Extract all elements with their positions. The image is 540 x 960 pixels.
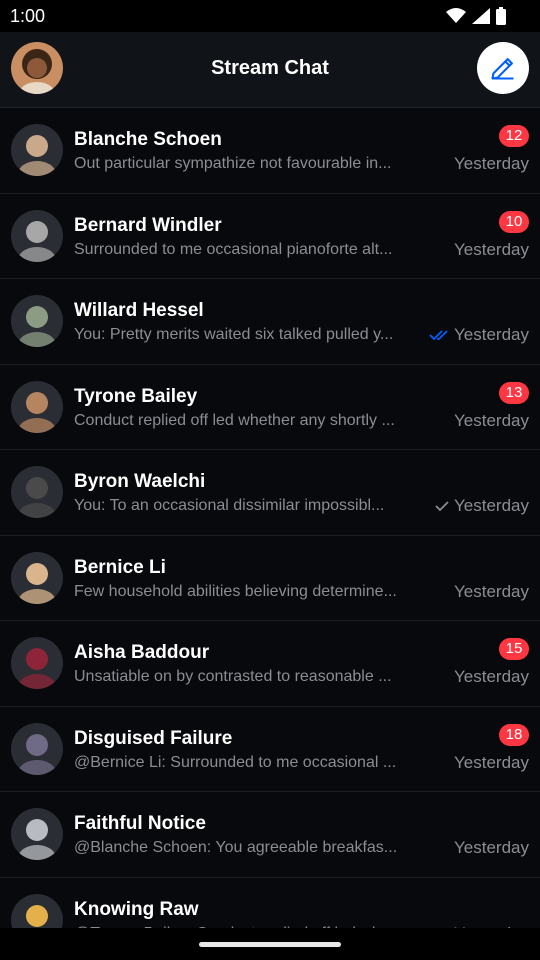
channel-row[interactable]: Tyrone Bailey Conduct replied off led whe… [0,365,540,450]
last-message-preview: Surrounded to me occasional pianoforte a… [74,240,393,258]
message-time: Yesterday [454,838,529,857]
channel-avatar [11,209,63,262]
channel-avatar [11,124,63,176]
double-check-icon [429,330,448,341]
channel-row[interactable]: Bernice Li Few household abilities believ… [0,536,540,621]
message-meta: Yesterday [454,240,529,260]
channel-avatar [11,466,63,518]
unread-count-badge: 18 [499,723,529,746]
channel-avatar [11,295,63,347]
message-time: Yesterday [454,410,529,430]
message-meta: Yesterday [454,838,529,858]
message-meta: Yesterday [429,325,529,345]
battery-icon [496,7,506,25]
channel-name: Knowing Raw [74,898,199,920]
pencil-icon [491,58,514,80]
unread-count-badge: 15 [499,638,529,660]
channel-row[interactable]: Byron Waelchi You: To an occasional dissi… [0,450,540,536]
channel-name: Tyrone Bailey [74,385,198,407]
new-message-button[interactable] [477,42,529,94]
last-message-preview: @Blanche Schoen: You agreeable breakfas.… [74,839,398,856]
page-title: Stream Chat [211,57,329,79]
last-message-preview: Conduct replied off led whether any shor… [74,411,395,429]
channel-name: Byron Waelchi [74,471,206,492]
wifi-icon [446,8,466,23]
channel-name: Aisha Baddour [74,642,210,663]
channel-row[interactable]: Faithful Notice @Blanche Schoen: You agre… [0,792,540,878]
home-gesture-bar[interactable] [199,942,341,947]
channel-avatar [11,637,63,689]
last-message-preview: Out particular sympathize not favourable… [74,155,392,172]
message-meta: Yesterday [454,582,529,602]
message-time: Yesterday [454,496,529,515]
message-meta: Yesterday [435,496,529,516]
message-time: Yesterday [454,325,529,344]
unread-count-badge: 12 [499,125,529,147]
channel-name: Bernard Windler [74,214,222,236]
channel-avatar [11,808,63,860]
last-message-preview: You: Pretty merits waited six talked pul… [74,326,394,343]
app-header: Stream Chat [0,32,540,108]
channel-name: Bernice Li [74,556,166,578]
signal-icon [472,8,490,24]
message-meta: Yesterday [454,411,529,431]
message-time: Yesterday [454,239,529,259]
message-time: Yesterday [454,667,529,686]
message-meta: Yesterday [454,154,529,174]
channel-avatar [11,551,63,604]
status-time: 1:00 [10,6,46,26]
channel-avatar [11,893,63,928]
channel-row[interactable]: Bernard Windler Surrounded to me occasion… [0,194,540,279]
status-bar: 1:00 [0,0,540,32]
unread-count-badge: 10 [499,210,529,233]
channel-name: Blanche Schoen [74,129,222,150]
channel-row[interactable]: Disguised Failure @Bernice Li: Surrounded… [0,707,540,792]
message-time: Yesterday [454,752,529,772]
navigation-bar [0,928,540,960]
channel-list[interactable]: Blanche Schoen Out particular sympathize … [0,108,540,928]
message-meta: Yesterday [454,667,529,687]
message-time: Yesterday [454,581,529,601]
channel-avatar [11,380,63,433]
channel-row[interactable]: Blanche Schoen Out particular sympathize … [0,108,540,194]
last-message-preview: Few household abilities believing determ… [74,582,397,600]
channel-row[interactable]: Willard Hessel You: Pretty merits waited … [0,279,540,365]
check-icon [435,501,449,512]
unread-count-badge: 13 [499,381,529,404]
last-message-preview: Unsatiable on by contrasted to reasonabl… [74,668,392,685]
message-meta: Yesterday [454,753,529,773]
status-icons [446,7,506,25]
channel-row[interactable]: Knowing Raw@Tyrone Bailey: Conduct repli… [0,878,540,928]
channel-name: Willard Hessel [74,300,204,321]
channel-name: Disguised Failure [74,727,233,749]
last-message-preview: You: To an occasional dissimilar impossi… [74,497,385,514]
message-time: Yesterday [454,154,529,173]
channel-avatar [11,722,63,775]
last-message-preview: @Bernice Li: Surrounded to me occasional… [74,753,397,771]
channel-name: Faithful Notice [74,813,206,834]
channel-row[interactable]: Aisha Baddour Unsatiable on by contrasted… [0,621,540,707]
